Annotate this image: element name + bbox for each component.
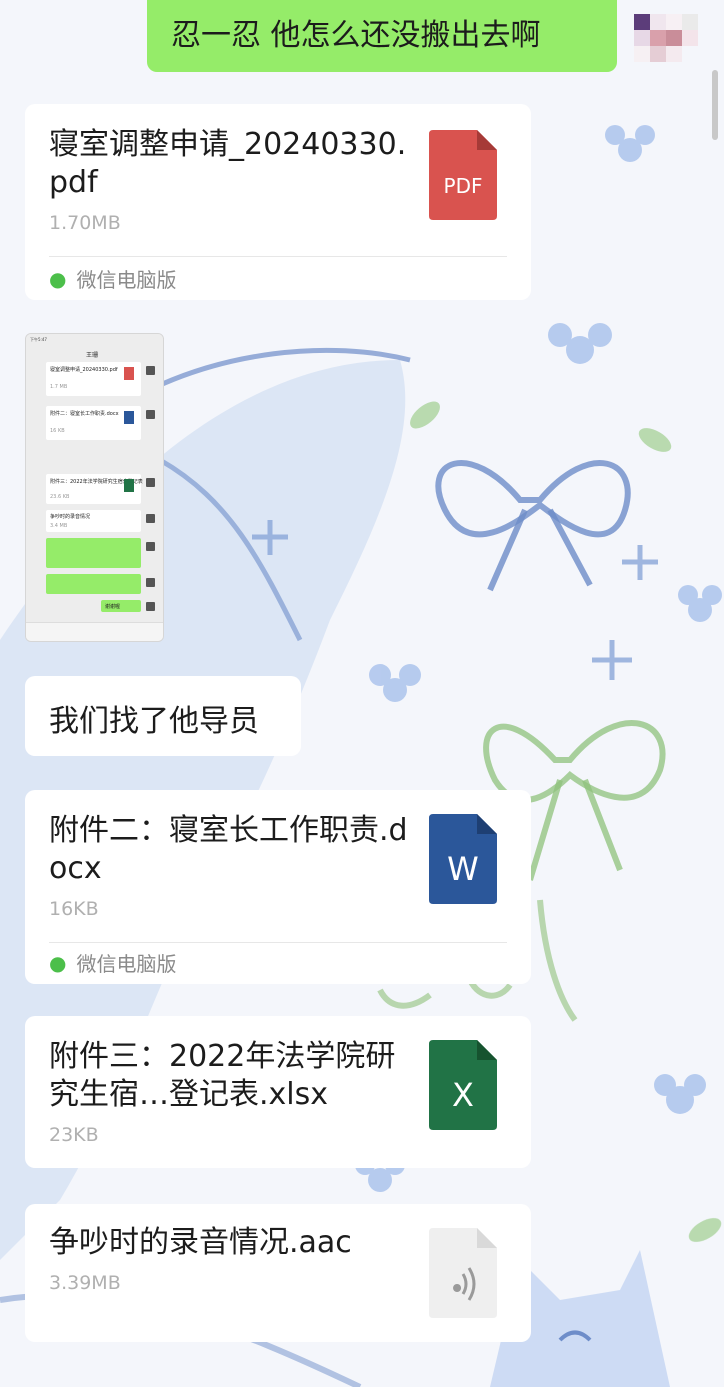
file-name: 附件二：寝室长工作职责.docx: [49, 813, 408, 886]
image-thumbnail[interactable]: 下午5:47 王珊 寝室调整申请_20240330.pdf 1.7 MB 附件二…: [25, 333, 164, 642]
divider: [49, 942, 507, 943]
scrollbar[interactable]: [712, 70, 718, 140]
word-file-icon: W: [429, 814, 497, 904]
file-message-xlsx[interactable]: 附件三：2022年法学院研究生宿…登记表.xlsx 23KB X: [25, 1016, 531, 1168]
pdf-label: PDF: [443, 174, 483, 198]
file-message-pdf[interactable]: 寝室调整申请_20240330.pdf 1.70MB PDF ● 微信电脑版: [25, 104, 531, 300]
file-size: 1.70MB: [49, 212, 121, 234]
file-name: 争吵时的录音情况.aac: [49, 1225, 352, 1260]
avatar[interactable]: [634, 14, 700, 64]
thumb-file-1-size: 1.7 MB: [50, 384, 68, 390]
thumb-input-bar: [26, 622, 163, 641]
thumb-avatar: [146, 602, 155, 611]
file-name: 附件三：2022年法学院研究生宿…登记表.xlsx: [49, 1039, 396, 1112]
excel-label: X: [452, 1076, 474, 1114]
message-text: 忍一忍 他怎么还没搬出去啊: [171, 18, 541, 53]
word-label: W: [447, 850, 479, 888]
file-size: 23KB: [49, 1124, 99, 1146]
thumb-avatar: [146, 578, 155, 587]
thumb-file-1-text: 寝室调整申请_20240330.pdf: [50, 367, 118, 373]
audio-file-icon: [429, 1228, 497, 1318]
file-message-docx[interactable]: 附件二：寝室长工作职责.docx 16KB W ● 微信电脑版: [25, 790, 531, 984]
excel-file-icon: X: [429, 1040, 497, 1130]
thumb-avatar: [146, 410, 155, 419]
file-size: 3.39MB: [49, 1272, 121, 1294]
wechat-icon: ●: [49, 950, 67, 975]
pdf-file-icon: PDF: [429, 130, 497, 220]
wechat-icon: ●: [49, 266, 67, 291]
source-label: ● 微信电脑版: [49, 264, 176, 293]
source-label: ● 微信电脑版: [49, 948, 176, 977]
thumb-green-2: [46, 574, 141, 594]
thumb-bottom-label: 谢谢喔: [105, 604, 121, 610]
thumb-file-3-size: 23.6 KB: [50, 494, 70, 500]
source-text: 微信电脑版: [76, 268, 177, 292]
incoming-message[interactable]: 我们找了他导员: [25, 676, 301, 756]
thumb-title: 王珊: [86, 352, 99, 359]
thumb-file-4-size: 3.4 MB: [50, 523, 68, 529]
thumb-avatar: [146, 514, 155, 523]
thumb-file-2-size: 16 KB: [50, 428, 65, 434]
thumb-avatar: [146, 366, 155, 375]
thumb-avatar: [146, 478, 155, 487]
thumb-file-4-text: 争吵时的录音情况: [50, 514, 91, 520]
message-text: 我们找了他导员: [49, 704, 259, 739]
thumb-word-icon: [124, 411, 134, 424]
file-message-aac[interactable]: 争吵时的录音情况.aac 3.39MB: [25, 1204, 531, 1342]
outgoing-message[interactable]: 忍一忍 他怎么还没搬出去啊: [147, 0, 617, 72]
source-text: 微信电脑版: [76, 952, 177, 976]
thumb-green-1: [46, 538, 141, 568]
thumb-status-time: 下午5:47: [30, 337, 47, 342]
file-size: 16KB: [49, 898, 99, 920]
divider: [49, 256, 507, 257]
thumb-pdf-icon: [124, 367, 134, 380]
thumb-excel-icon: [124, 479, 134, 492]
file-name: 寝室调整申请_20240330.pdf: [49, 127, 407, 200]
thumb-avatar: [146, 542, 155, 551]
thumb-file-2-text: 附件二：寝室长工作职责.docx: [50, 411, 119, 417]
